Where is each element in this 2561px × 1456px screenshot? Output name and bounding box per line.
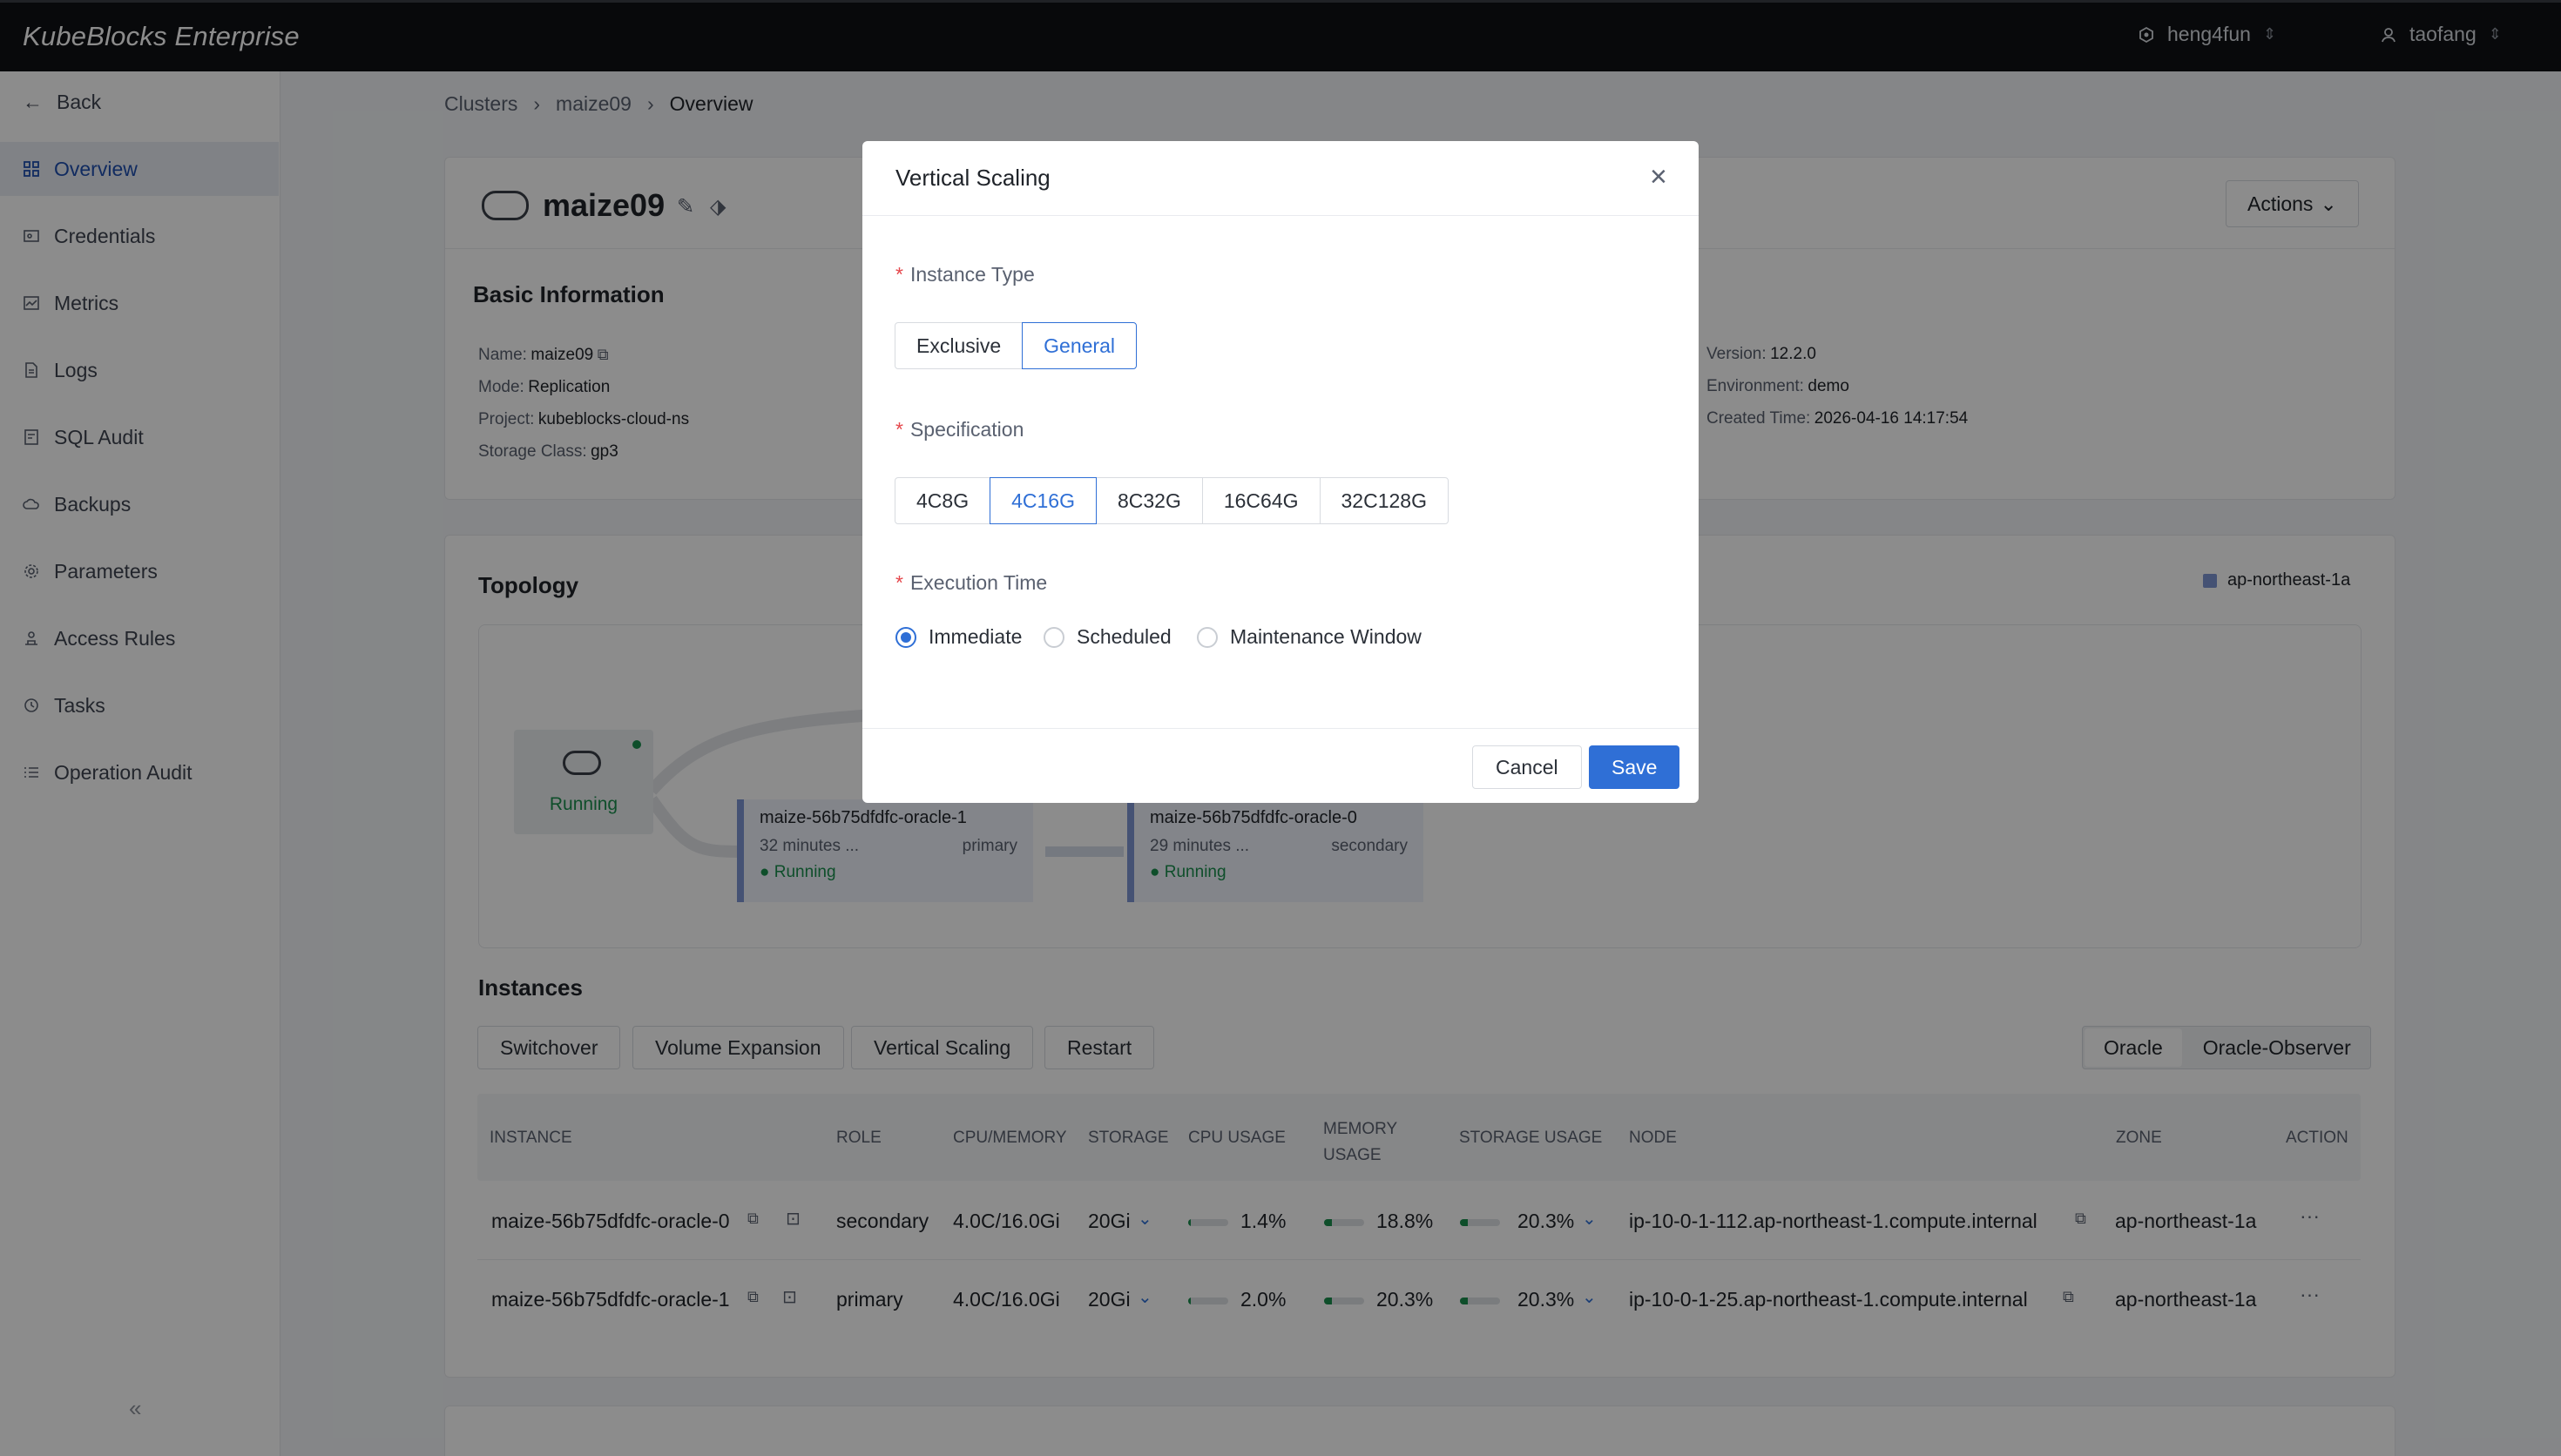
vertical-scaling-dialog: Vertical Scaling × * Instance Type Exclus… [862,141,1699,803]
option-16c64g[interactable]: 16C64G [1201,477,1321,524]
option-8c32g[interactable]: 8C32G [1095,477,1203,524]
radio-unchecked [1197,626,1218,648]
specification-selector: 4C8G 4C16G 8C32G 16C64G 32C128G [895,477,1449,524]
dialog-footer-divider [862,728,1699,729]
radio-unchecked [1044,626,1064,648]
radio-maintenance-window[interactable]: Maintenance Window [1197,625,1422,649]
option-32c128g[interactable]: 32C128G [1319,477,1449,524]
cancel-button[interactable]: Cancel [1472,745,1582,789]
instance-type-selector: Exclusive General [895,322,1137,369]
radio-scheduled[interactable]: Scheduled [1044,625,1172,649]
option-4c8g[interactable]: 4C8G [895,477,991,524]
close-icon[interactable]: × [1650,160,1667,194]
option-4c16g[interactable]: 4C16G [990,477,1097,524]
radio-immediate[interactable]: Immediate [895,625,1022,649]
save-button[interactable]: Save [1589,745,1680,789]
specification-label: * Specification [895,418,1024,441]
dialog-title: Vertical Scaling [862,141,1699,216]
option-exclusive[interactable]: Exclusive [895,322,1024,369]
option-general[interactable]: General [1022,322,1137,369]
execution-time-label: * Execution Time [895,571,1048,594]
radio-checked [895,626,916,648]
instance-type-label: * Instance Type [895,263,1035,286]
